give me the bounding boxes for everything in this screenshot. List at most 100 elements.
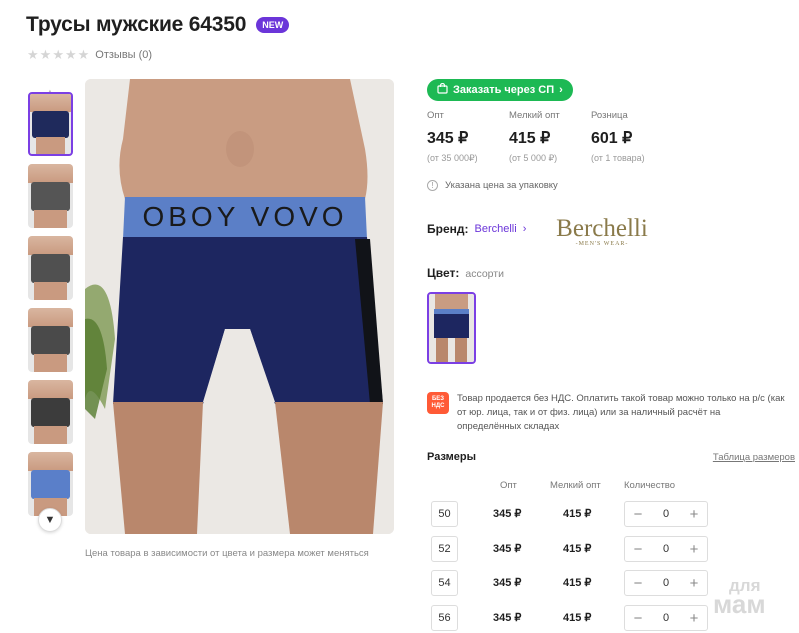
opt-price: 345 ₽ bbox=[493, 508, 522, 520]
sizes-header: Размеры Таблица размеров bbox=[427, 451, 795, 463]
column-header-opt: Опт bbox=[500, 480, 517, 491]
plus-button[interactable]: + bbox=[688, 542, 700, 557]
price-label: Мелкий опт bbox=[509, 110, 560, 121]
price-value: 601 ₽ bbox=[591, 130, 633, 147]
quantity-stepper: − 0 + bbox=[624, 536, 708, 562]
price-label: Розница bbox=[591, 110, 628, 121]
small-opt-price: 415 ₽ bbox=[563, 612, 592, 624]
size-label[interactable]: 50 bbox=[431, 501, 458, 527]
page-title: Трусы мужские 64350 bbox=[26, 13, 247, 36]
price-block: Опт 345 ₽ (от 35 000₽) Мелкий опт 415 ₽ … bbox=[427, 110, 673, 164]
price-value: 345 ₽ bbox=[427, 130, 469, 147]
thumbnail-garment bbox=[30, 253, 71, 283]
minus-button[interactable]: − bbox=[632, 576, 644, 591]
thumbnail-garment bbox=[30, 325, 71, 355]
title-row: Трусы мужские 64350 NEW bbox=[26, 13, 290, 37]
quantity-stepper: − 0 + bbox=[624, 501, 708, 527]
chevron-right-icon: › bbox=[559, 84, 563, 96]
rating-stars[interactable]: ★ ★ ★ ★ ★ bbox=[27, 47, 89, 63]
price-retail: Розница 601 ₽ (от 1 товара) bbox=[591, 110, 673, 164]
price-min: (от 35 000₽) bbox=[427, 153, 478, 163]
minus-button[interactable]: − bbox=[632, 507, 644, 522]
size-row: 56 345 ₽ 415 ₽ − 0 + bbox=[431, 605, 711, 633]
opt-price: 345 ₽ bbox=[493, 543, 522, 555]
main-product-image[interactable]: OBOY VOVO bbox=[85, 79, 394, 534]
size-row: 54 345 ₽ 415 ₽ − 0 + bbox=[431, 570, 711, 598]
small-opt-price: 415 ₽ bbox=[563, 577, 592, 589]
swatch-photo bbox=[429, 294, 474, 362]
svg-text:Berchelli: Berchelli bbox=[556, 215, 648, 242]
price-label: Опт bbox=[427, 110, 444, 121]
bag-icon bbox=[437, 82, 448, 97]
reviews-link[interactable]: Отзывы (0) bbox=[95, 49, 152, 61]
thumbnail[interactable] bbox=[28, 236, 73, 300]
thumbnail-garment bbox=[32, 110, 69, 138]
minus-button[interactable]: − bbox=[632, 611, 644, 626]
brand-logo[interactable]: Berchelli -MEN'S WEAR- bbox=[547, 212, 657, 248]
size-label[interactable]: 56 bbox=[431, 605, 458, 631]
vat-notice: БЕЗ НДС Товар продается без НДС. Оплатить… bbox=[427, 392, 787, 434]
rating-row: ★ ★ ★ ★ ★ Отзывы (0) bbox=[27, 47, 152, 63]
star-icon: ★ bbox=[52, 47, 64, 62]
plus-button[interactable]: + bbox=[688, 507, 700, 522]
plus-button[interactable]: + bbox=[688, 576, 700, 591]
thumbnail[interactable] bbox=[28, 308, 73, 372]
column-header-quantity: Количество bbox=[624, 480, 676, 491]
quantity-value[interactable]: 0 bbox=[663, 577, 669, 589]
opt-price: 345 ₽ bbox=[493, 612, 522, 624]
order-sp-label: Заказать через СП bbox=[453, 84, 555, 96]
chevron-down-icon[interactable]: ▼ bbox=[38, 508, 62, 532]
price-caption: Цена товара в зависимости от цвета и раз… bbox=[85, 548, 369, 559]
brand-row: Бренд: Berchelli › bbox=[427, 222, 526, 236]
package-note-text: Указана цена за упаковку bbox=[445, 180, 558, 191]
price-small-wholesale: Мелкий опт 415 ₽ (от 5 000 ₽) bbox=[509, 110, 591, 164]
price-wholesale: Опт 345 ₽ (от 35 000₽) bbox=[427, 110, 509, 164]
package-note: ! Указана цена за упаковку bbox=[427, 180, 558, 191]
brand-label: Бренд: bbox=[427, 222, 469, 236]
watermark-logo: для мам bbox=[713, 576, 766, 620]
size-row: 50 345 ₽ 415 ₽ − 0 + bbox=[431, 501, 711, 529]
star-icon: ★ bbox=[27, 47, 39, 62]
star-icon: ★ bbox=[39, 47, 52, 62]
thumbnail-garment bbox=[30, 397, 71, 427]
thumbnail-garment bbox=[30, 181, 71, 211]
color-swatch[interactable] bbox=[427, 292, 476, 364]
product-photo: OBOY VOVO bbox=[85, 79, 394, 534]
new-badge: NEW bbox=[256, 17, 290, 33]
color-row: Цвет: ассорти bbox=[427, 266, 504, 280]
size-label[interactable]: 54 bbox=[431, 570, 458, 596]
vat-text: Товар продается без НДС. Оплатить такой … bbox=[457, 393, 785, 432]
chevron-right-icon: › bbox=[522, 223, 527, 235]
quantity-value[interactable]: 0 bbox=[663, 612, 669, 624]
thumbnail[interactable] bbox=[28, 92, 73, 156]
column-header-small-opt: Мелкий опт bbox=[550, 480, 601, 491]
quantity-stepper: − 0 + bbox=[624, 605, 708, 631]
color-value: ассорти bbox=[465, 268, 504, 280]
no-vat-badge: БЕЗ НДС bbox=[427, 392, 449, 414]
svg-text:-MEN'S WEAR-: -MEN'S WEAR- bbox=[576, 241, 629, 247]
minus-button[interactable]: − bbox=[632, 542, 644, 557]
sizes-title: Размеры bbox=[427, 451, 477, 463]
thumbnail[interactable] bbox=[28, 164, 73, 228]
quantity-stepper: − 0 + bbox=[624, 570, 708, 596]
price-min: (от 1 товара) bbox=[591, 153, 645, 163]
star-icon: ★ bbox=[77, 47, 90, 62]
opt-price: 345 ₽ bbox=[493, 577, 522, 589]
thumbnail[interactable] bbox=[28, 452, 73, 516]
thumbnail-garment bbox=[30, 469, 71, 499]
small-opt-price: 415 ₽ bbox=[563, 508, 592, 520]
waistband-text: OBOY VOVO bbox=[142, 201, 347, 232]
size-row: 52 345 ₽ 415 ₽ − 0 + bbox=[431, 536, 711, 564]
price-min: (от 5 000 ₽) bbox=[509, 153, 558, 163]
brand-link[interactable]: Berchelli bbox=[475, 223, 517, 235]
quantity-value[interactable]: 0 bbox=[663, 508, 669, 520]
order-sp-button[interactable]: Заказать через СП › bbox=[427, 79, 573, 101]
price-value: 415 ₽ bbox=[509, 130, 551, 147]
color-label: Цвет: bbox=[427, 266, 460, 280]
plus-button[interactable]: + bbox=[688, 611, 700, 626]
quantity-value[interactable]: 0 bbox=[663, 543, 669, 555]
size-label[interactable]: 52 bbox=[431, 536, 458, 562]
thumbnail[interactable] bbox=[28, 380, 73, 444]
star-icon: ★ bbox=[64, 47, 77, 62]
size-table-link[interactable]: Таблица размеров bbox=[713, 452, 795, 463]
